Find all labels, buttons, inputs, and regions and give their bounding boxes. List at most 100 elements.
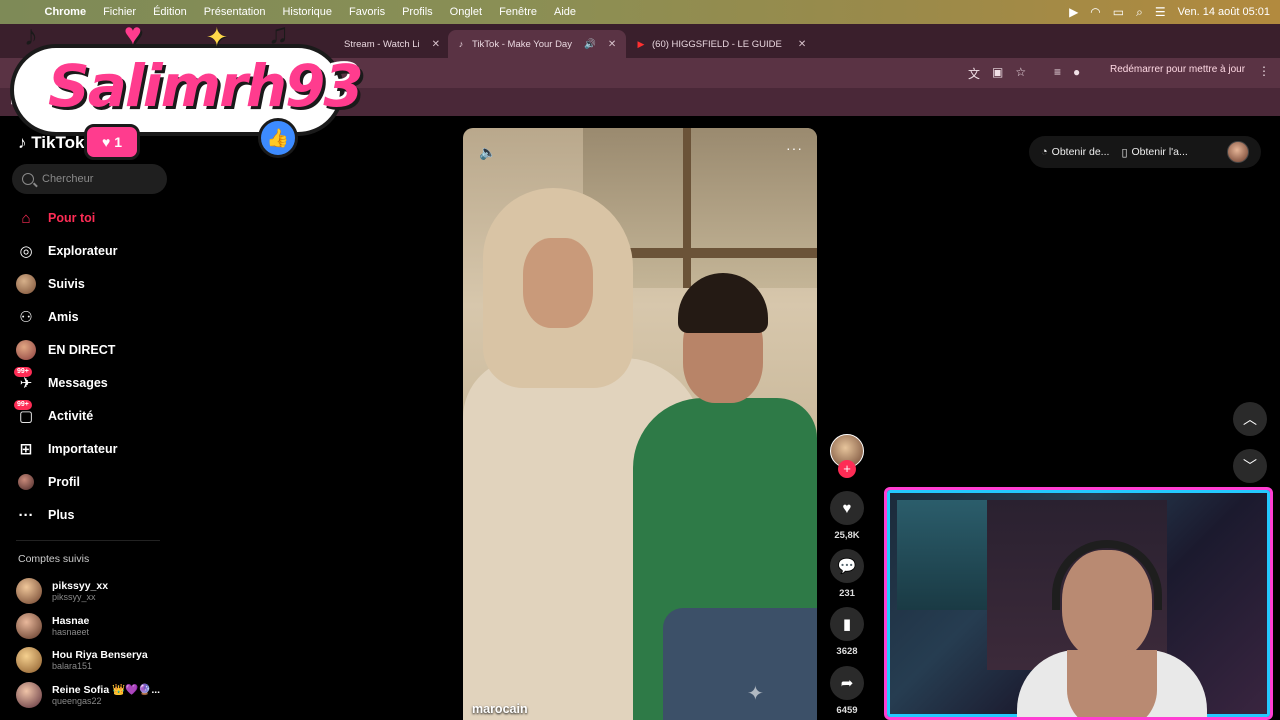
toolbar-icons: 文 ▣ ☆	[968, 65, 1026, 82]
nav-label: Profil	[48, 475, 80, 489]
close-icon[interactable]: ✕	[608, 39, 616, 50]
nav-following[interactable]: Suivis	[16, 271, 85, 297]
battery-icon[interactable]: ▭	[1113, 5, 1124, 19]
video-caption[interactable]: marocain	[472, 702, 528, 716]
save-action[interactable]: ▮ 3628	[829, 607, 865, 657]
messages-icon: ✈ 99+	[14, 367, 36, 393]
account-name: Reine Sofia 👑💜🔮...	[52, 683, 161, 696]
activity-icon: ▢ 99+	[14, 400, 36, 426]
nav-activity[interactable]: ▢ 99+ Activité	[14, 400, 93, 429]
get-desktop-label: Obtenir de...	[1051, 146, 1110, 158]
speaker-icon[interactable]: 🔊	[584, 39, 596, 50]
share-icon[interactable]: ➦	[830, 666, 864, 700]
tab-tiktok[interactable]: ♪ TikTok - Make Your Day 🔊 ✕	[448, 30, 626, 58]
volume-icon[interactable]: 🔈	[479, 144, 496, 161]
star-icon: ✦	[206, 22, 228, 52]
followed-account[interactable]: pikssyy_xx pikssyy_xx	[16, 578, 108, 604]
nav-profile[interactable]: Profil	[16, 469, 80, 495]
nav-more[interactable]: ··· Plus	[16, 502, 75, 528]
youtube-favicon-icon: ▶	[637, 38, 645, 49]
close-icon[interactable]: ✕	[798, 39, 806, 50]
control-center-icon[interactable]: ☰	[1155, 5, 1166, 19]
nav-label: Messages	[48, 376, 108, 390]
get-mobile-app-button[interactable]: ▯ Obtenir l'a...	[1109, 146, 1187, 159]
nav-label: Importateur	[48, 442, 118, 456]
heart-icon[interactable]: ♥	[830, 491, 864, 525]
account-name: pikssyy_xx	[52, 579, 109, 592]
menu-profils[interactable]: Profils	[394, 6, 442, 18]
account-handle: hasnaeet	[52, 626, 90, 637]
more-options-icon[interactable]: ···	[786, 140, 803, 156]
menu-fenetre[interactable]: Fenêtre	[491, 6, 546, 18]
nav-messages[interactable]: ✈ 99+ Messages	[14, 367, 108, 396]
upload-plus-icon: ⊞	[19, 441, 33, 458]
follow-plus-icon[interactable]: +	[838, 460, 856, 478]
close-icon[interactable]: ✕	[432, 39, 440, 50]
friends-icon: ⚇	[19, 309, 33, 326]
browser-menu-icon[interactable]: ⋮	[1258, 64, 1270, 78]
followed-account[interactable]: Hou Riya Benserya balara151	[16, 647, 148, 673]
menubar-clock[interactable]: Ven. 14 août 05:01	[1178, 6, 1270, 18]
following-avatar-icon	[16, 274, 36, 294]
previous-video-button[interactable]: ︿	[1233, 402, 1267, 436]
restart-to-update-button[interactable]: Redémarrer pour mettre à jour	[1110, 64, 1245, 75]
tab-title: (60) HIGGSFIELD - LE GUIDE	[652, 38, 782, 50]
nav-friends[interactable]: ⚇ Amis	[16, 304, 79, 330]
nav-label: Suivis	[48, 277, 85, 291]
nav-explore[interactable]: ◎ Explorateur	[16, 238, 117, 264]
search-input[interactable]	[42, 173, 152, 185]
account-handle: balara151	[52, 660, 93, 671]
nav-for-you[interactable]: ⌂ Pour toi	[16, 205, 95, 231]
nav-upload[interactable]: ⊞ Importateur	[16, 436, 118, 462]
video-player[interactable]: 🔈 ··· ✦ marocain	[463, 128, 817, 720]
sidebar-divider	[16, 540, 160, 541]
comment-action[interactable]: 💬 231	[829, 549, 865, 599]
translate-icon[interactable]: 文	[968, 65, 980, 82]
sparkle-icon: ✦	[747, 683, 764, 705]
share-action[interactable]: ➦ 6459	[829, 666, 865, 716]
search-icon[interactable]: ⌕	[1136, 5, 1143, 20]
profile-icon[interactable]: ●	[1073, 65, 1080, 79]
get-desktop-app-button[interactable]: ◔ Obtenir de...	[1029, 146, 1109, 158]
followed-account[interactable]: Hasnae hasnaeet	[16, 613, 89, 639]
video-figure-face	[523, 238, 593, 328]
nav-live[interactable]: EN DIRECT	[16, 337, 115, 363]
play-icon[interactable]: ▶	[1069, 5, 1078, 19]
avatar	[16, 682, 42, 708]
followed-accounts-title: Comptes suivis	[18, 553, 90, 565]
menu-aide[interactable]: Aide	[545, 6, 584, 18]
media-controls-icon[interactable]: ≡	[1054, 65, 1061, 79]
user-avatar[interactable]	[1227, 141, 1249, 163]
nav-label: Amis	[48, 310, 79, 324]
tiktok-favicon-icon: ♪	[458, 39, 464, 49]
search-bar[interactable]	[12, 164, 167, 194]
nav-label: Pour toi	[48, 211, 96, 225]
more-dots-icon: ···	[18, 506, 34, 524]
streamer-logo-text: Salimrh93	[48, 52, 364, 120]
tab-title: Stream - Watch Li	[344, 38, 420, 50]
next-video-button[interactable]: ﹀	[1233, 449, 1267, 483]
cast-icon[interactable]: ▣	[992, 65, 1003, 82]
share-count: 6459	[836, 705, 858, 716]
bookmark-star-icon[interactable]: ☆	[1015, 65, 1026, 82]
tab-youtube[interactable]: ▶ (60) HIGGSFIELD - LE GUIDE ✕	[628, 30, 814, 58]
avatar	[16, 613, 42, 639]
like-action[interactable]: ♥ 25,8K	[829, 491, 865, 541]
profile-avatar-icon	[16, 472, 36, 492]
followed-account[interactable]: Reine Sofia 👑💜🔮... queengas22	[16, 682, 160, 708]
bookmark-icon[interactable]: ▮	[830, 607, 864, 641]
video-figure-jeans	[663, 608, 817, 720]
music-note-icon: ♪	[24, 20, 38, 51]
wifi-icon[interactable]: ◠	[1090, 5, 1100, 19]
avatar	[16, 578, 42, 604]
desktop-icon: ◔	[1041, 146, 1048, 158]
account-handle: queengas22	[52, 695, 102, 706]
menubar-status-area: ▶ ◠ ▭ ⌕ ☰ Ven. 14 août 05:01	[1069, 0, 1270, 24]
menu-onglet[interactable]: Onglet	[441, 6, 490, 18]
nav-label: EN DIRECT	[48, 343, 116, 357]
toolbar-icons-secondary: ≡ ●	[1054, 65, 1080, 79]
comment-icon[interactable]: 💬	[830, 549, 864, 583]
comment-count: 231	[839, 588, 855, 599]
like-badge-count: 1	[114, 134, 122, 150]
heart-icon: ♥	[124, 18, 142, 51]
